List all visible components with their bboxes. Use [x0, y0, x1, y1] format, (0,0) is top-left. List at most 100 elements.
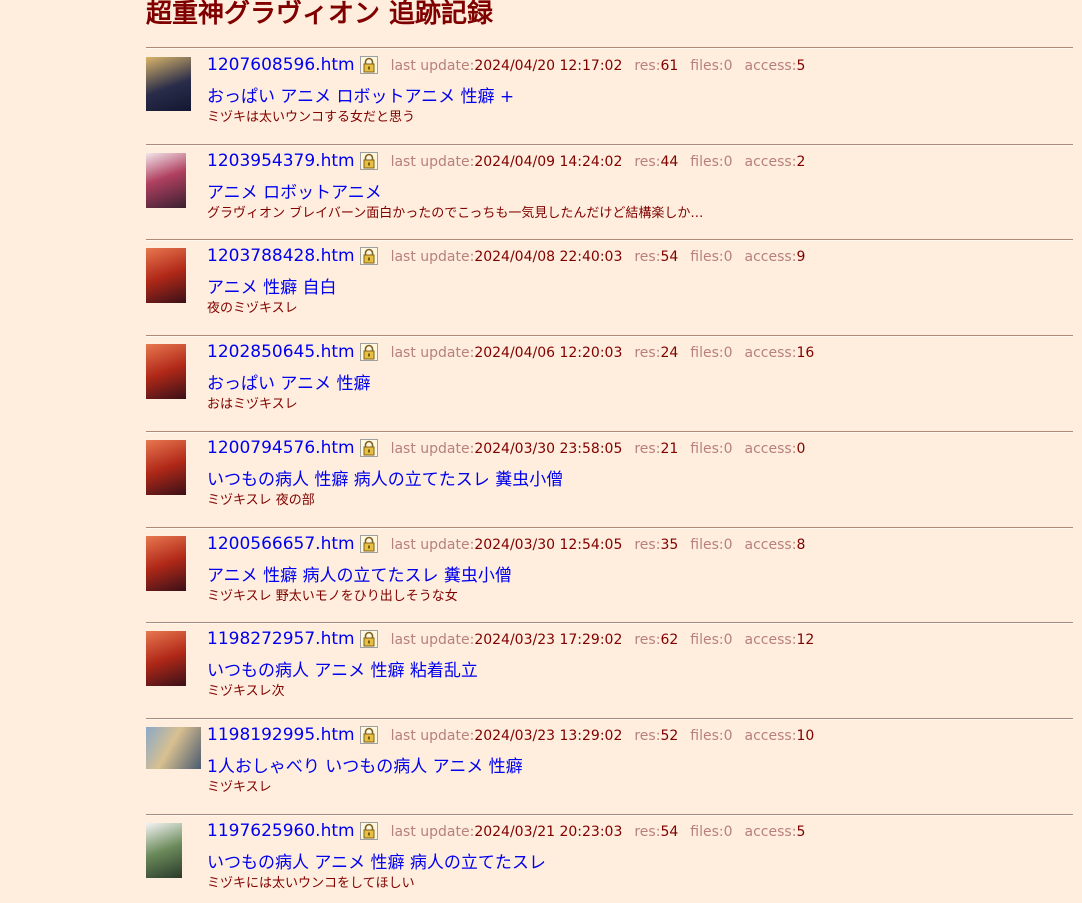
thread-thumbnail[interactable]	[146, 631, 186, 686]
res-value: 44	[660, 154, 679, 170]
thread-file-link[interactable]: 1197625960.htm	[207, 821, 355, 841]
thread-meta-line: 1200566657.htm last update:2024/03/30 12:…	[207, 534, 817, 560]
res-value: 54	[660, 824, 679, 840]
thread-file-link[interactable]: 1200794576.htm	[207, 438, 355, 458]
lock-icon[interactable]	[359, 725, 379, 745]
res-value: 61	[660, 58, 679, 74]
thread-thumbnail[interactable]	[146, 440, 186, 495]
files-label: files:	[690, 824, 724, 840]
last-update-label: last update:	[390, 249, 475, 265]
thread-entry: 1207608596.htm last update:2024/04/20 12:…	[146, 55, 1073, 149]
last-update-value: 2024/03/30 12:54:05	[474, 537, 623, 553]
last-update-label: last update:	[390, 632, 475, 648]
page: 超重神グラヴィオン 追跡記録 1207608596.htm last update…	[0, 0, 1082, 903]
thread-thumbnail[interactable]	[146, 823, 182, 878]
divider	[146, 814, 1073, 816]
res-label: res:	[634, 154, 661, 170]
last-update-label: last update:	[390, 58, 475, 74]
last-update-value: 2024/03/23 13:29:02	[474, 728, 623, 744]
res-label: res:	[634, 537, 661, 553]
thread-tags[interactable]: いつもの病人 性癖 病人の立てたスレ 糞虫小僧	[207, 465, 563, 490]
res-value: 21	[660, 441, 679, 457]
thread-tags[interactable]: アニメ 性癖 病人の立てたスレ 糞虫小僧	[207, 561, 512, 586]
thread-description: ミヅキには太いウンコをしてほしい	[207, 876, 415, 891]
res-value: 52	[660, 728, 679, 744]
thread-description: グラヴィオン ブレイバーン面白かったのでこっちも一気見したんだけど結構楽しか…	[207, 206, 704, 221]
lock-icon[interactable]	[359, 55, 379, 75]
thread-file-link[interactable]: 1200566657.htm	[207, 534, 355, 554]
lock-icon[interactable]	[359, 534, 379, 554]
last-update-label: last update:	[390, 441, 475, 457]
last-update-value: 2024/04/08 22:40:03	[474, 249, 623, 265]
thread-entry: 1200794576.htm last update:2024/03/30 23:…	[146, 438, 1073, 532]
res-label: res:	[634, 632, 661, 648]
thread-thumbnail[interactable]	[146, 57, 191, 111]
thread-tags[interactable]: いつもの病人 アニメ 性癖 粘着乱立	[207, 656, 478, 681]
last-update-value: 2024/03/21 20:23:03	[474, 824, 623, 840]
thread-file-link[interactable]: 1198192995.htm	[207, 725, 355, 745]
thread-tags[interactable]: 1人おしゃべり いつもの病人 アニメ 性癖	[207, 752, 523, 777]
last-update-value: 2024/04/20 12:17:02	[474, 58, 623, 74]
thread-thumbnail[interactable]	[146, 248, 186, 303]
divider	[146, 431, 1073, 433]
thread-file-link[interactable]: 1207608596.htm	[207, 55, 355, 75]
thread-tags[interactable]: おっぱい アニメ 性癖	[207, 369, 370, 394]
thread-entry: 1203788428.htm last update:2024/04/08 22:…	[146, 246, 1073, 340]
access-label: access:	[744, 632, 797, 648]
thread-thumbnail[interactable]	[146, 344, 186, 399]
files-value: 0	[723, 728, 733, 744]
access-label: access:	[744, 249, 797, 265]
thread-description: ミヅキは太いウンコする女だと思う	[207, 110, 416, 125]
thread-description: ミヅキスレ	[207, 780, 272, 795]
lock-icon[interactable]	[359, 151, 379, 171]
divider	[146, 718, 1073, 720]
thread-entry: 1200566657.htm last update:2024/03/30 12:…	[146, 534, 1073, 628]
thread-meta-line: 1200794576.htm last update:2024/03/30 23:…	[207, 438, 817, 464]
thread-entry: 1202850645.htm last update:2024/04/06 12:…	[146, 342, 1073, 436]
divider	[146, 144, 1073, 146]
thread-meta-line: 1197625960.htm last update:2024/03/21 20:…	[207, 821, 817, 847]
files-label: files:	[690, 249, 724, 265]
files-value: 0	[723, 537, 733, 553]
thread-thumbnail[interactable]	[146, 536, 186, 591]
divider	[146, 622, 1073, 624]
access-value: 12	[796, 632, 815, 648]
lock-icon[interactable]	[359, 342, 379, 362]
files-value: 0	[723, 154, 733, 170]
thread-tags[interactable]: いつもの病人 アニメ 性癖 病人の立てたスレ	[207, 848, 546, 873]
last-update-value: 2024/03/30 23:58:05	[474, 441, 623, 457]
access-label: access:	[744, 537, 797, 553]
access-value: 10	[796, 728, 815, 744]
files-label: files:	[690, 154, 724, 170]
last-update-value: 2024/04/06 12:20:03	[474, 345, 623, 361]
files-value: 0	[723, 58, 733, 74]
thread-tags[interactable]: アニメ 性癖 自白	[207, 273, 336, 298]
access-label: access:	[744, 345, 797, 361]
thread-thumbnail[interactable]	[146, 727, 201, 769]
res-value: 54	[660, 249, 679, 265]
access-value: 0	[796, 441, 806, 457]
res-label: res:	[634, 728, 661, 744]
lock-icon[interactable]	[359, 821, 379, 841]
lock-icon[interactable]	[359, 629, 379, 649]
access-label: access:	[744, 154, 797, 170]
thread-thumbnail[interactable]	[146, 153, 186, 208]
res-label: res:	[634, 345, 661, 361]
thread-file-link[interactable]: 1198272957.htm	[207, 629, 355, 649]
lock-icon[interactable]	[359, 438, 379, 458]
access-value: 8	[796, 537, 806, 553]
files-label: files:	[690, 345, 724, 361]
res-label: res:	[634, 824, 661, 840]
thread-file-link[interactable]: 1202850645.htm	[207, 342, 355, 362]
access-value: 2	[796, 154, 806, 170]
access-value: 5	[796, 824, 806, 840]
thread-file-link[interactable]: 1203954379.htm	[207, 151, 355, 171]
files-value: 0	[723, 824, 733, 840]
thread-entry: 1197625960.htm last update:2024/03/21 20:…	[146, 821, 1073, 903]
thread-tags[interactable]: アニメ ロボットアニメ	[207, 178, 382, 203]
files-label: files:	[690, 441, 724, 457]
lock-icon[interactable]	[359, 246, 379, 266]
thread-tags[interactable]: おっぱい アニメ ロボットアニメ 性癖 +	[207, 82, 514, 107]
thread-file-link[interactable]: 1203788428.htm	[207, 246, 355, 266]
files-label: files:	[690, 537, 724, 553]
